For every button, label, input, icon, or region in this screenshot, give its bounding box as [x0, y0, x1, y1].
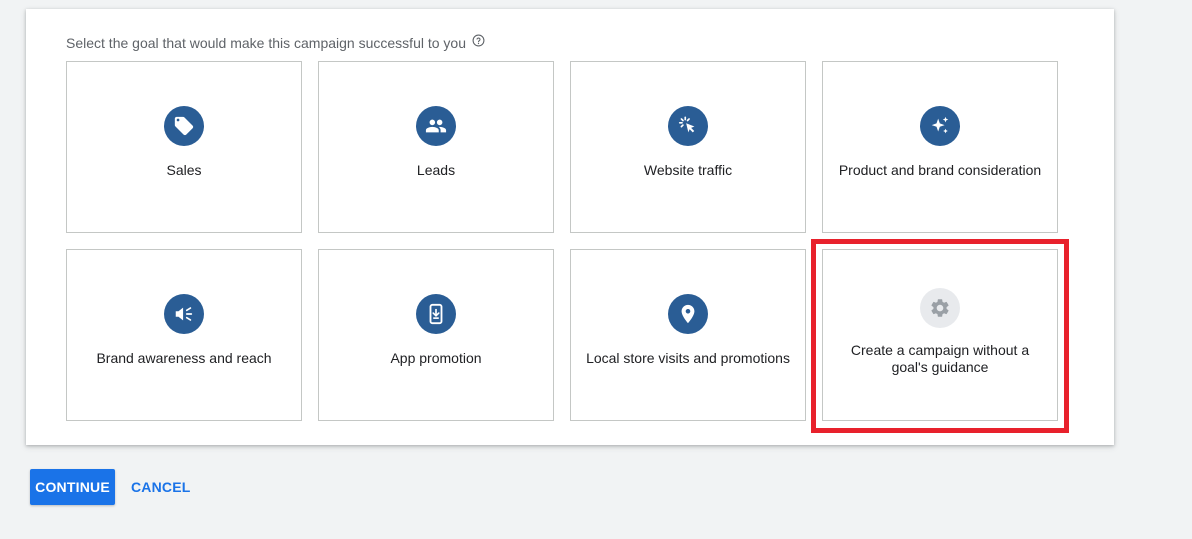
goal-label: Local store visits and promotions	[586, 350, 790, 366]
goal-label: Create a campaign without a goal's guida…	[850, 342, 1030, 375]
people-icon	[416, 106, 456, 146]
gear-icon	[920, 288, 960, 328]
goal-card-sales[interactable]: Sales	[66, 61, 302, 233]
goal-label: Sales	[166, 162, 202, 178]
goal-card-leads[interactable]: Leads	[318, 61, 554, 233]
help-circle-icon[interactable]	[471, 33, 485, 47]
phone-download-icon	[416, 294, 456, 334]
megaphone-icon	[164, 294, 204, 334]
cancel-button[interactable]: CANCEL	[124, 469, 198, 505]
goal-label: App promotion	[390, 350, 482, 366]
goal-label: Brand awareness and reach	[96, 350, 272, 366]
goal-card-website-traffic[interactable]: Website traffic	[570, 61, 806, 233]
tag-icon	[164, 106, 204, 146]
sparkle-icon	[920, 106, 960, 146]
goal-label: Product and brand consideration	[838, 162, 1042, 178]
cursor-click-icon	[668, 106, 708, 146]
goal-card-no-guidance[interactable]: Create a campaign without a goal's guida…	[822, 249, 1058, 421]
goal-prompt: Select the goal that would make this cam…	[66, 33, 485, 51]
goal-card-app-promotion[interactable]: App promotion	[318, 249, 554, 421]
continue-button[interactable]: CONTINUE	[30, 469, 115, 505]
goal-card-brand-awareness[interactable]: Brand awareness and reach	[66, 249, 302, 421]
goal-card-local-store-visits[interactable]: Local store visits and promotions	[570, 249, 806, 421]
goal-prompt-text: Select the goal that would make this cam…	[66, 35, 466, 51]
goal-label: Website traffic	[643, 162, 733, 178]
goal-label: Leads	[416, 162, 456, 178]
location-pin-icon	[668, 294, 708, 334]
goal-card-product-brand-consideration[interactable]: Product and brand consideration	[822, 61, 1058, 233]
